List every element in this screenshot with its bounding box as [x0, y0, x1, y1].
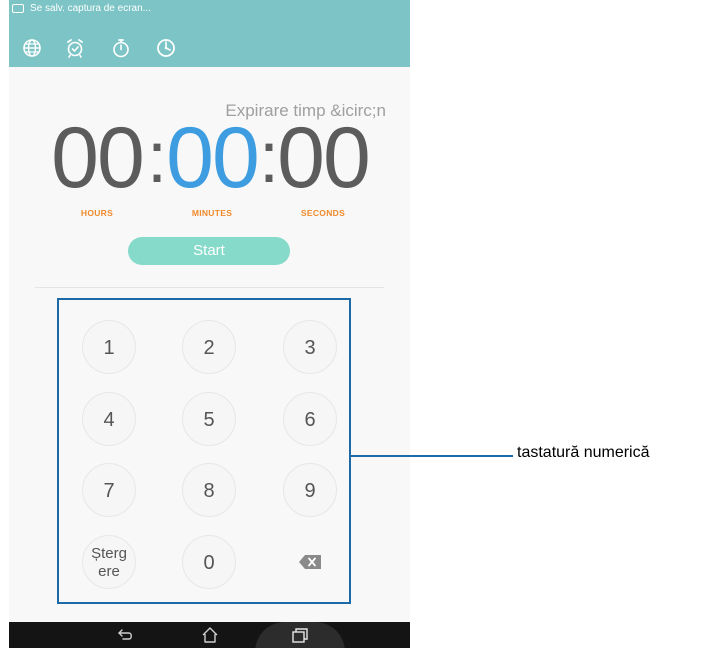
alarm-clock-icon	[67, 39, 83, 58]
hours-value: 00	[51, 110, 145, 206]
minutes-value: 00	[166, 110, 260, 206]
notification-text: Se salv. captura de ecran...	[30, 3, 151, 14]
stopwatch-icon	[113, 39, 129, 58]
globe-icon	[23, 39, 41, 57]
home-icon	[202, 627, 218, 643]
hours-label: HOURS	[80, 208, 114, 218]
recents-icon	[292, 628, 308, 643]
screenshot-icon	[12, 4, 24, 13]
back-button[interactable]	[116, 626, 136, 644]
start-button[interactable]: Start	[128, 237, 290, 265]
seconds-label: SECONDS	[300, 208, 346, 218]
timer-display: 00 HOURS : 00 MINUTES : 00 SECONDS	[47, 113, 387, 218]
divider	[35, 287, 384, 288]
tab-world-clock[interactable]	[19, 35, 45, 61]
back-icon	[118, 629, 132, 640]
home-button[interactable]	[200, 626, 220, 644]
keypad-callout-box	[57, 298, 351, 604]
hours-group[interactable]: 00 HOURS	[47, 113, 147, 218]
seconds-group[interactable]: 00 SECONDS	[273, 113, 373, 218]
status-bar: Se salv. captura de ecran...	[9, 0, 410, 28]
minutes-group[interactable]: 00 MINUTES	[162, 113, 262, 218]
keypad-callout-label: tastatură numerică	[517, 444, 650, 461]
minutes-label: MINUTES	[191, 208, 233, 218]
tab-alarm[interactable]	[62, 35, 88, 61]
recents-button[interactable]	[290, 626, 310, 644]
timer-icon	[157, 39, 175, 57]
tab-stopwatch[interactable]	[108, 35, 134, 61]
keypad-callout-line	[351, 455, 513, 457]
clock-tab-bar	[9, 28, 410, 67]
navigation-bar	[9, 622, 410, 648]
tab-timer[interactable]	[153, 35, 179, 61]
seconds-value: 00	[277, 110, 371, 206]
